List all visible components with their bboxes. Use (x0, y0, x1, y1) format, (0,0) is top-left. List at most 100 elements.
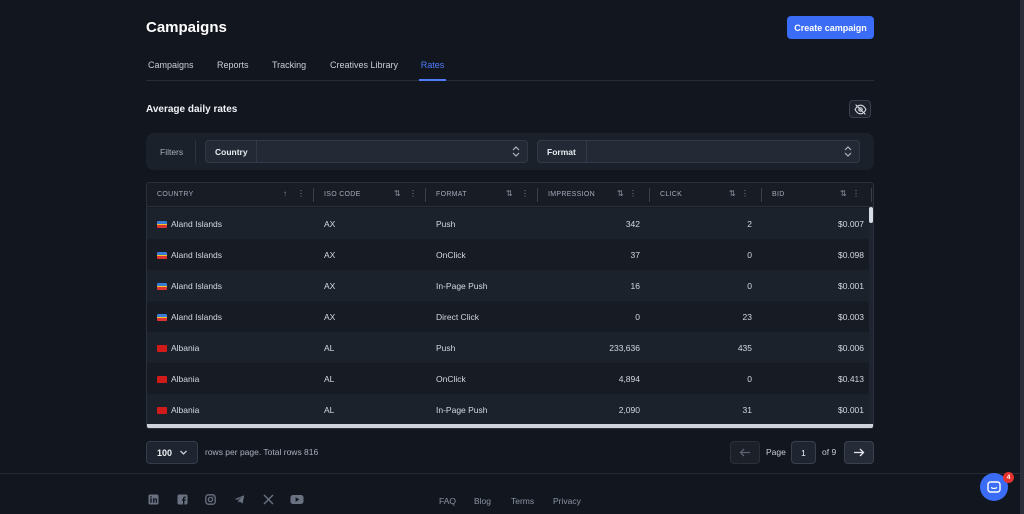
table-row[interactable]: Aland Islands AX OnClick 37 0 $0.098 (147, 239, 873, 270)
format-cell: In-Page Push (436, 405, 488, 415)
click-cell: 0 (747, 281, 752, 291)
horizontal-scrollbar[interactable] (147, 424, 873, 428)
column-header-click[interactable]: CLICK (660, 191, 682, 198)
column-resize-handle[interactable] (425, 188, 426, 202)
aland-islands-flag-icon (157, 221, 167, 228)
column-header-iso-code[interactable]: ISO CODE (324, 191, 361, 198)
column-header-impression[interactable]: IMPRESSION (548, 191, 595, 198)
select-divider (256, 141, 257, 162)
tab-creatives-library[interactable]: Creatives Library (330, 60, 398, 81)
iso-code-cell: AL (324, 374, 335, 384)
rows-per-page-text: rows per page. Total rows 816 (205, 447, 319, 457)
format-cell: OnClick (436, 374, 466, 384)
footer-link-faq[interactable]: FAQ (439, 496, 456, 506)
next-page-button[interactable] (844, 441, 874, 464)
page-number-input[interactable] (791, 441, 816, 464)
country-cell: Aland Islands (157, 281, 222, 291)
table-row[interactable]: Aland Islands AX In-Page Push 16 0 $0.00… (147, 270, 873, 301)
column-menu-icon[interactable]: ⋮ (409, 189, 417, 198)
click-cell: 31 (742, 405, 752, 415)
albania-flag-icon (157, 376, 167, 383)
column-menu-icon[interactable]: ⋮ (741, 189, 749, 198)
x-icon[interactable] (263, 494, 274, 505)
format-cell: OnClick (436, 250, 466, 260)
country-filter-select[interactable]: Country (205, 140, 528, 163)
table-row[interactable]: Aland Islands AX Direct Click 0 23 $0.00… (147, 301, 873, 332)
column-menu-icon[interactable]: ⋮ (297, 189, 305, 198)
vertical-scrollbar-track[interactable] (869, 207, 873, 426)
previous-page-button[interactable] (730, 441, 760, 464)
sort-icon[interactable]: ⇅ (729, 189, 736, 198)
column-header-country[interactable]: COUNTRY (157, 191, 194, 198)
youtube-icon[interactable] (290, 494, 304, 505)
bid-cell: $0.007 (838, 219, 864, 229)
chat-icon (987, 480, 1001, 493)
sort-asc-icon[interactable]: ↑ (283, 189, 287, 198)
page-header: Campaigns Create campaign (146, 16, 874, 40)
iso-code-cell: AL (324, 343, 335, 353)
column-resize-handle[interactable] (761, 188, 762, 202)
table-row[interactable]: Albania AL OnClick 4,894 0 $0.413 (147, 363, 873, 394)
click-cell: 23 (742, 312, 752, 322)
click-cell: 435 (737, 343, 752, 353)
right-rail (1020, 0, 1024, 514)
aland-islands-flag-icon (157, 314, 167, 321)
iso-code-cell: AL (324, 405, 335, 415)
albania-flag-icon (157, 345, 167, 352)
iso-code-cell: AX (324, 281, 336, 291)
country-cell: Aland Islands (157, 219, 222, 229)
tab-campaigns[interactable]: Campaigns (148, 60, 194, 81)
vertical-scrollbar-thumb[interactable] (869, 207, 873, 223)
tab-reports[interactable]: Reports (217, 60, 249, 81)
format-cell: Push (436, 219, 456, 229)
column-resize-handle[interactable] (537, 188, 538, 202)
eye-off-icon (853, 103, 867, 115)
footer-divider (0, 473, 1020, 474)
column-header-bid[interactable]: BID (772, 191, 785, 198)
arrow-left-icon (739, 448, 750, 457)
footer-link-terms[interactable]: Terms (511, 496, 534, 506)
footer-link-privacy[interactable]: Privacy (553, 496, 581, 506)
footer-link-blog[interactable]: Blog (474, 496, 491, 506)
column-menu-icon[interactable]: ⋮ (521, 189, 529, 198)
hide-toggle-button[interactable] (849, 100, 871, 118)
table-row[interactable]: Albania AL Push 233,636 435 $0.006 (147, 332, 873, 363)
table-header: COUNTRY ↑ ⋮ ISO CODE ⇅ ⋮ FORMAT ⇅ ⋮ IMPR… (147, 183, 873, 207)
rates-table: COUNTRY ↑ ⋮ ISO CODE ⇅ ⋮ FORMAT ⇅ ⋮ IMPR… (146, 182, 874, 429)
impression-cell: 16 (630, 281, 640, 291)
tab-rates[interactable]: Rates (419, 60, 446, 81)
column-resize-handle[interactable] (649, 188, 650, 202)
tab-tracking[interactable]: Tracking (272, 60, 306, 81)
sort-icon[interactable]: ⇅ (617, 189, 624, 198)
sort-icon[interactable]: ⇅ (506, 189, 513, 198)
create-campaign-button[interactable]: Create campaign (787, 16, 874, 39)
table-row[interactable]: Aland Islands AX Push 342 2 $0.007 (147, 208, 873, 239)
chevron-up-down-icon (512, 146, 520, 157)
column-resize-handle[interactable] (871, 188, 872, 202)
column-menu-icon[interactable]: ⋮ (852, 189, 860, 198)
bid-cell: $0.001 (838, 281, 864, 291)
impression-cell: 0 (635, 312, 640, 322)
section-title: Average daily rates (146, 104, 238, 115)
aland-islands-flag-icon (157, 252, 167, 259)
table-row[interactable]: Albania AL In-Page Push 2,090 31 $0.001 (147, 394, 873, 425)
bid-cell: $0.001 (838, 405, 864, 415)
instagram-icon[interactable] (205, 494, 216, 505)
sort-icon[interactable]: ⇅ (394, 189, 401, 198)
telegram-icon[interactable] (234, 494, 245, 505)
sort-icon[interactable]: ⇅ (840, 189, 847, 198)
iso-code-cell: AX (324, 250, 336, 260)
rows-per-page-select[interactable]: 100 (146, 441, 198, 464)
bid-cell: $0.413 (838, 374, 864, 384)
facebook-icon[interactable] (177, 494, 188, 505)
column-resize-handle[interactable] (313, 188, 314, 202)
format-cell: Direct Click (436, 312, 479, 322)
impression-cell: 2,090 (618, 405, 640, 415)
column-menu-icon[interactable]: ⋮ (629, 189, 637, 198)
aland-islands-flag-icon (157, 283, 167, 290)
linkedin-icon[interactable] (148, 494, 159, 505)
format-filter-select[interactable]: Format (537, 140, 860, 163)
page-total-text: of 9 (822, 447, 837, 457)
column-header-format[interactable]: FORMAT (436, 191, 467, 198)
page-label: Page (766, 447, 786, 457)
